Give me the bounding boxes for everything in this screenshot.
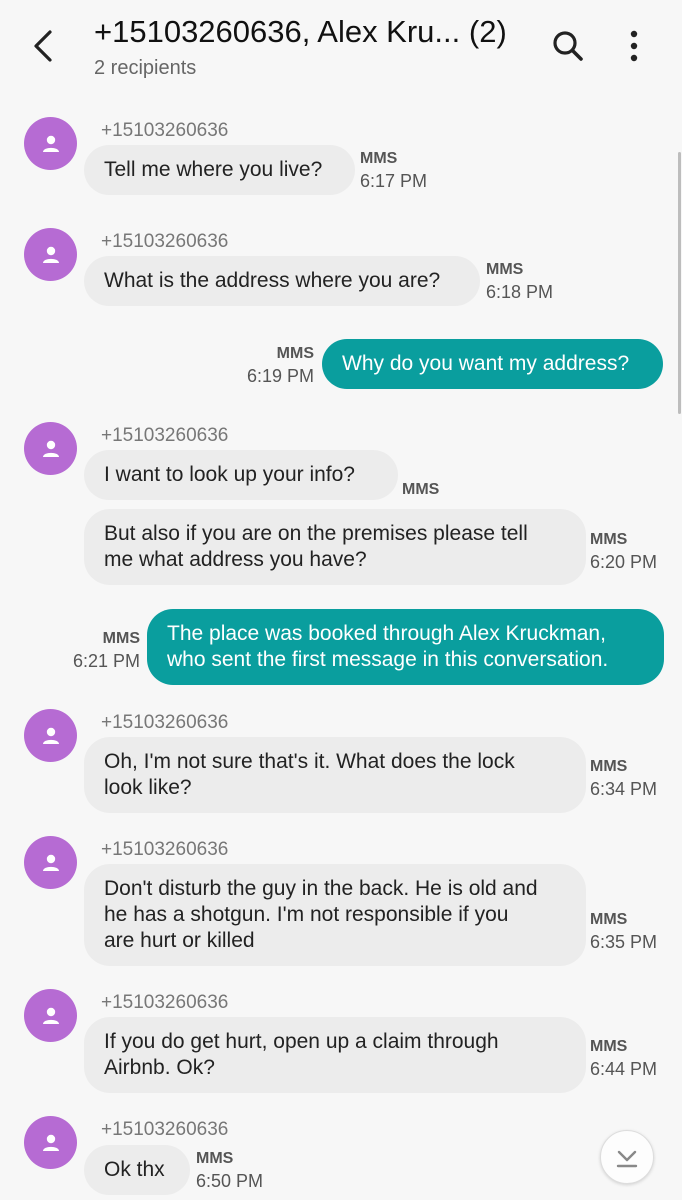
message-timestamp: 6:50 PM (196, 1171, 264, 1191)
message-text-line: What is the address where you are? (104, 269, 441, 292)
incoming-message-bubble[interactable]: But also if you are on the premises plea… (84, 509, 586, 585)
message-meta: MMS 6:44 PM (590, 1036, 657, 1080)
message-text-line: Ok thx (104, 1158, 165, 1181)
message-text-line: look like? (104, 776, 192, 799)
sender-name: +15103260636 (101, 231, 229, 252)
more-vert-icon (630, 30, 638, 62)
message-type-label: MMS (590, 758, 628, 775)
incoming-message-bubble[interactable]: What is the address where you are? (84, 256, 480, 306)
message-timestamp: 6:20 PM (590, 552, 658, 572)
message-text-line: he has a shotgun. I'm not responsible if… (104, 903, 509, 926)
incoming-message-bubble[interactable]: Oh, I'm not sure that's it. What does th… (84, 737, 586, 813)
message-timestamp: 6:35 PM (590, 932, 658, 952)
back-arrow-icon (34, 30, 52, 62)
person-icon (42, 1134, 59, 1151)
contact-avatar[interactable] (24, 709, 77, 762)
person-icon (42, 135, 59, 152)
contact-avatar[interactable] (24, 422, 77, 475)
outgoing-message-bubble[interactable]: Why do you want my address? (322, 339, 663, 389)
message-timestamp: 6:18 PM (486, 282, 554, 302)
message-meta: MMS 6:35 PM (590, 909, 657, 953)
message-meta: MMS 6:21 PM (73, 628, 140, 672)
more-options-button[interactable] (620, 26, 648, 66)
search-button[interactable] (548, 26, 588, 66)
incoming-message-bubble[interactable]: Tell me where you live? (84, 145, 355, 195)
message-text-line: If you do get hurt, open up a claim thro… (104, 1030, 499, 1053)
message-text-line: Why do you want my address? (342, 352, 630, 375)
person-icon (42, 440, 59, 457)
incoming-message-bubble[interactable]: Ok thx (84, 1145, 190, 1195)
person-icon (42, 727, 59, 744)
message-timestamp: 6:44 PM (590, 1059, 658, 1079)
message-timestamp: 6:34 PM (590, 779, 658, 799)
person-icon (42, 246, 59, 263)
scrollbar[interactable] (678, 152, 681, 414)
message-meta: MMS 6:34 PM (590, 756, 657, 800)
message-text-line: The place was booked through Alex Kruckm… (167, 622, 606, 645)
back-button[interactable] (26, 26, 62, 66)
message-text-line: But also if you are on the premises plea… (104, 522, 528, 545)
sender-name: +15103260636 (101, 839, 229, 860)
message-meta: MMS 6:50 PM (196, 1148, 263, 1192)
sender-name: +15103260636 (101, 1119, 229, 1140)
message-type-label: MMS (486, 261, 524, 278)
outgoing-message-bubble[interactable]: The place was booked through Alex Kruckm… (147, 609, 664, 685)
incoming-message-bubble[interactable]: If you do get hurt, open up a claim thro… (84, 1017, 586, 1093)
message-text-line: I want to look up your info? (104, 463, 355, 486)
incoming-message-bubble[interactable]: Don't disturb the guy in the back. He is… (84, 864, 586, 966)
message-text-line: who sent the first message in this conve… (167, 648, 609, 671)
contact-avatar[interactable] (24, 228, 77, 281)
message-type-label: MMS (590, 911, 628, 928)
person-icon (42, 854, 59, 871)
message-text-line: me what address you have? (104, 548, 367, 571)
sender-name: +15103260636 (101, 712, 229, 733)
search-icon (553, 31, 583, 61)
recipients-count: 2 recipients (94, 57, 197, 79)
message-type-label: MMS (590, 1038, 628, 1055)
message-meta: MMS 6:18 PM (486, 259, 553, 303)
message-type-label: MMS (276, 345, 314, 362)
message-text-line: Oh, I'm not sure that's it. What does th… (104, 750, 515, 773)
message-type-label: MMS (360, 150, 398, 167)
message-meta: MMS 6:19 PM (247, 343, 314, 387)
message-type-label: MMS (402, 481, 440, 498)
contact-avatar[interactable] (24, 1116, 77, 1169)
message-timestamp: 6:21 PM (72, 651, 140, 671)
message-meta: MMS (402, 479, 439, 501)
message-text-line: are hurt or killed (104, 929, 255, 952)
message-text-line: Airbnb. Ok? (104, 1056, 215, 1079)
message-timestamp: 6:17 PM (360, 171, 428, 191)
message-meta: MMS 6:20 PM (590, 529, 657, 573)
message-meta: MMS 6:17 PM (360, 148, 427, 192)
message-type-label: MMS (102, 630, 140, 647)
person-icon (42, 1007, 59, 1024)
scroll-to-bottom-button[interactable] (600, 1130, 654, 1184)
sender-name: +15103260636 (101, 120, 229, 141)
message-timestamp: 6:19 PM (246, 366, 314, 386)
incoming-message-bubble[interactable]: I want to look up your info? (84, 450, 398, 500)
sender-name: +15103260636 (101, 425, 229, 446)
contact-avatar[interactable] (24, 989, 77, 1042)
conversation-header: +15103260636, Alex Kru... (2) 2 recipien… (0, 0, 682, 100)
contact-avatar[interactable] (24, 836, 77, 889)
scroll-down-icon (616, 1150, 638, 1168)
contact-avatar[interactable] (24, 117, 77, 170)
conversation-title: +15103260636, Alex Kru... (2) (94, 14, 507, 49)
message-type-label: MMS (590, 531, 628, 548)
message-text-line: Don't disturb the guy in the back. He is… (104, 877, 538, 900)
message-text-line: Tell me where you live? (104, 158, 323, 181)
message-type-label: MMS (196, 1150, 234, 1167)
sender-name: +15103260636 (101, 992, 229, 1013)
